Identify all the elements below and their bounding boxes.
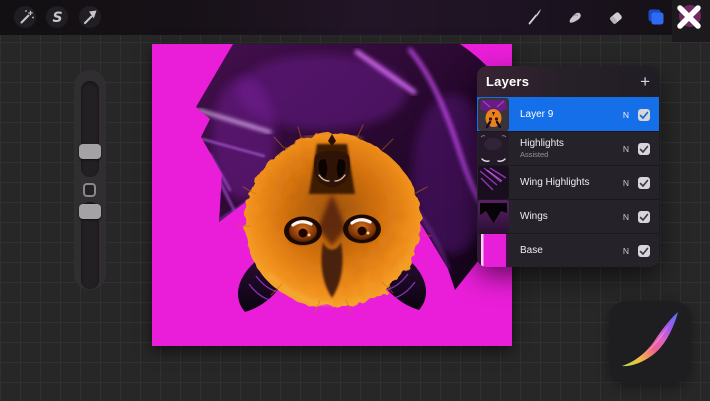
transform-arrow-icon [79,6,101,28]
eraser-button[interactable] [605,6,627,28]
top-toolbar: S [0,0,710,35]
layers-panel: Layers + Layer 9 N [477,66,659,267]
check-icon [638,109,650,121]
blend-mode-button[interactable]: N [623,212,629,222]
procreate-app-window: S [0,0,710,401]
smudge-button[interactable] [564,6,586,28]
blend-mode-button[interactable]: N [623,246,629,256]
brush-size-slider[interactable] [81,81,99,177]
check-icon [638,211,650,223]
layer-assisted-label: Assisted [520,150,564,159]
layer-thumbnail[interactable] [478,166,509,199]
layer-thumbnail[interactable] [478,200,509,233]
blend-mode-button[interactable]: N [623,144,629,154]
layer-name: Base [520,245,543,256]
blend-mode-button[interactable]: N [623,178,629,188]
brush-icon [524,6,546,28]
layers-panel-title: Layers [486,74,529,89]
close-icon [673,1,705,33]
add-layer-button[interactable]: + [640,73,650,90]
eraser-icon [605,6,627,28]
opacity-handle[interactable] [79,204,101,219]
check-icon [638,177,650,189]
check-icon [638,245,650,257]
adjustments-button[interactable] [14,6,36,28]
brush-size-handle[interactable] [79,144,101,159]
layer-thumbnail[interactable] [478,234,509,267]
check-icon [638,143,650,155]
svg-text:S: S [52,10,62,26]
layer-visibility-checkbox[interactable] [638,109,650,121]
layer-visibility-checkbox[interactable] [638,245,650,257]
layer-row-highlights[interactable]: Highlights Assisted N [477,131,659,165]
selection-s-icon: S [46,6,68,28]
transform-button[interactable] [79,6,101,28]
layer-row-base[interactable]: Base N [477,233,659,267]
drawing-canvas[interactable] [152,44,512,346]
blend-mode-button[interactable]: N [623,110,629,120]
modify-button[interactable] [83,183,96,197]
brush-button[interactable] [524,6,546,28]
brush-sidebar [74,70,106,290]
layer-row-wing-highlights[interactable]: Wing Highlights N [477,165,659,199]
layers-icon [644,6,666,28]
close-button[interactable] [673,1,705,33]
procreate-logo [609,301,691,383]
selection-button[interactable]: S [46,6,68,28]
layer-visibility-checkbox[interactable] [638,177,650,189]
layer-name: Highlights [520,138,564,149]
procreate-swoosh-icon [609,301,691,383]
layer-visibility-checkbox[interactable] [638,143,650,155]
layer-name: Wings [520,211,548,222]
layer-thumbnail[interactable] [478,98,509,131]
layer-row-wings[interactable]: Wings N [477,199,659,233]
magic-wand-icon [14,6,36,28]
layers-button[interactable] [644,6,666,28]
layer-thumbnail[interactable] [478,132,509,165]
layer-name: Layer 9 [520,109,553,120]
layer-visibility-checkbox[interactable] [638,211,650,223]
smudge-icon [564,6,586,28]
bat-artwork [152,44,512,346]
layers-panel-header: Layers + [477,66,659,97]
layer-name: Wing Highlights [520,177,589,188]
layer-row-layer-9[interactable]: Layer 9 N [477,97,659,131]
